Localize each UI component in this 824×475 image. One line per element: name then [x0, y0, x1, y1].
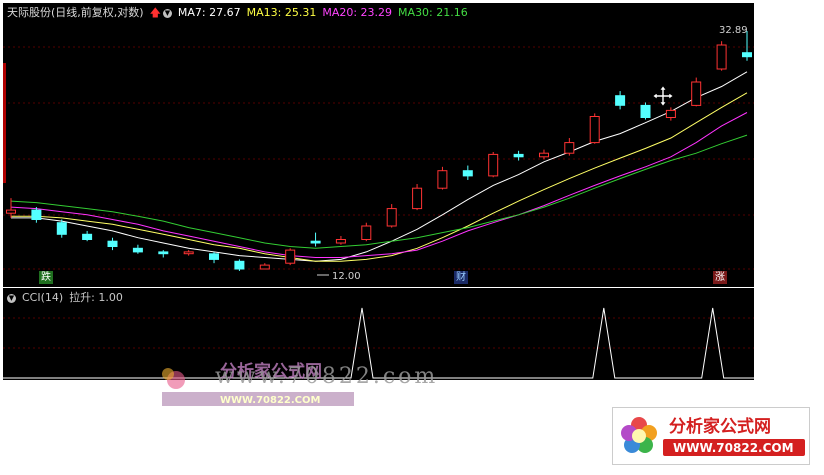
candle-body [488, 153, 499, 177]
candle-body [462, 170, 473, 177]
candle [209, 251, 219, 264]
main-chart-panel[interactable]: 32.89 12.00 天际股份(日线,前复权,对数) 🡅 ▼ MA7: 27.67 M… [3, 3, 754, 287]
candle [107, 237, 118, 251]
candle [462, 165, 473, 180]
price-high-label: 32.89 [719, 25, 748, 36]
candle [386, 204, 397, 228]
candle-body [56, 222, 67, 235]
candle [56, 219, 67, 238]
candle [82, 230, 93, 242]
candle [691, 77, 702, 107]
up-arrow-icon: 🡅 [149, 6, 161, 19]
candlestick-chart[interactable]: 32.89 12.00 [3, 3, 754, 287]
candle-body [158, 251, 169, 255]
candle [132, 244, 143, 254]
candle [615, 91, 626, 110]
candle-body [132, 247, 143, 253]
ma30-label: MA30: 21.16 [398, 6, 468, 19]
candle [259, 263, 270, 270]
stock-title[interactable]: 天际股份(日线,前复权,对数) [7, 6, 144, 19]
event-marker-middle[interactable]: 财 [454, 271, 468, 284]
candle [412, 184, 423, 211]
candle-body [183, 251, 194, 255]
left-edge-bar [3, 63, 6, 183]
candle-body [742, 52, 752, 58]
ma13-label: MA13: 25.31 [246, 6, 317, 19]
candle-body [335, 239, 346, 244]
candle [488, 151, 499, 178]
candle [285, 248, 296, 266]
ma20-label: MA20: 23.29 [322, 6, 393, 19]
site-logo-graphic: 分析家公式网 WWW.70822.COM [621, 416, 805, 456]
candle [310, 232, 321, 247]
candle-body [716, 44, 727, 70]
ma-line-ma13 [11, 92, 748, 262]
candle-body [691, 81, 702, 106]
chevron-down-icon[interactable]: ▼ [7, 293, 16, 303]
candle-body [361, 225, 372, 240]
candle [234, 259, 245, 271]
candle-body [665, 109, 676, 119]
candle-body [310, 240, 321, 244]
candle [539, 149, 549, 160]
candle-body [82, 233, 93, 241]
candle-body [437, 170, 448, 189]
indicator-header: ▼ CCI(14) 拉升: 1.00 [7, 291, 129, 305]
candle-body [589, 116, 600, 144]
candle [183, 250, 194, 256]
candle [158, 250, 169, 258]
candle-body [386, 208, 397, 227]
flower-icon [162, 368, 174, 380]
event-marker-left[interactable]: 跌 [39, 271, 53, 284]
candle [564, 138, 575, 156]
candle-body [6, 209, 16, 214]
candle-body [640, 104, 651, 119]
candle-body [31, 209, 42, 221]
candle [361, 222, 372, 242]
move-cursor-icon [652, 85, 674, 107]
candle-body [209, 253, 219, 260]
candle [437, 166, 448, 190]
candle-body [513, 153, 524, 158]
watermark-url: www.70822.com [215, 364, 439, 389]
candle [513, 150, 524, 161]
candle-body [412, 187, 423, 210]
candle-body [615, 95, 626, 106]
indicator-name: CCI(14) [22, 291, 64, 304]
chevron-down-icon[interactable]: ▼ [162, 8, 172, 18]
flower-logo-icon [621, 417, 657, 453]
candle [589, 113, 600, 144]
ma7-label: MA7: 27.67 [177, 6, 241, 19]
candle [335, 236, 346, 245]
site-logo: 分析家公式网 WWW.70822.COM [612, 407, 810, 465]
event-marker-right[interactable]: 涨 [713, 271, 727, 284]
ma-line-ma7 [11, 71, 748, 262]
candle-body [107, 240, 118, 247]
main-header: 天际股份(日线,前复权,对数) 🡅 ▼ MA7: 27.67 MA13: 25.31 MA… [7, 6, 474, 20]
logo-site-name: 分析家公式网 [669, 416, 771, 437]
candle-body [285, 249, 296, 264]
watermark-site-url: WWW.70822.COM [220, 395, 321, 406]
candle-body [564, 142, 575, 154]
price-low-label: 12.00 [332, 271, 361, 282]
indicator-value: 拉升: 1.00 [69, 291, 123, 304]
candle [716, 41, 727, 71]
logo-site-url: WWW.70822.COM [673, 441, 794, 455]
candle-body [234, 260, 245, 270]
ma-line-ma20 [10, 112, 748, 258]
candle-body [539, 152, 549, 158]
candle-body [259, 264, 270, 270]
candle [640, 102, 651, 120]
